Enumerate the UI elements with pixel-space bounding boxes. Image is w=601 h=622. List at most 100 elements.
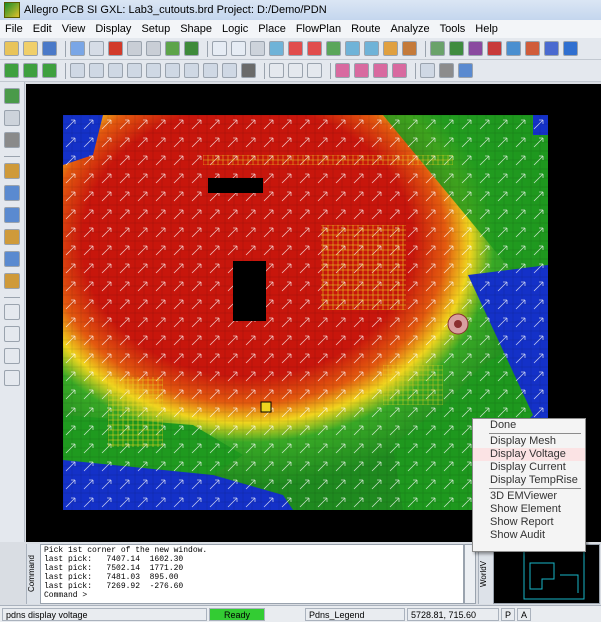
component-icon[interactable] — [222, 63, 237, 78]
menu-setup[interactable]: Setup — [136, 23, 175, 35]
add-line-icon[interactable] — [269, 63, 284, 78]
shadow-icon[interactable] — [250, 41, 265, 56]
menu-display-mesh[interactable]: Display Mesh — [473, 435, 585, 448]
zoom-prev-icon[interactable] — [326, 41, 341, 56]
drc-icon[interactable] — [506, 41, 521, 56]
3d-view-icon[interactable] — [383, 41, 398, 56]
menu-show-element[interactable]: Show Element — [473, 503, 585, 516]
status-a-button[interactable]: A — [517, 607, 531, 621]
glossing-icon[interactable] — [4, 273, 20, 289]
windows-icon[interactable] — [420, 63, 435, 78]
menu-tools[interactable]: Tools — [435, 23, 471, 35]
merge-icon[interactable] — [165, 63, 180, 78]
slide-icon[interactable] — [288, 63, 303, 78]
rect-icon[interactable] — [89, 63, 104, 78]
menu-analyze[interactable]: Analyze — [385, 23, 434, 35]
menu-place[interactable]: Place — [253, 23, 291, 35]
measure-icon[interactable] — [487, 41, 502, 56]
camera-icon[interactable] — [439, 63, 454, 78]
console-line: Pick 1st corner of the new window. — [44, 546, 208, 555]
status-p-button[interactable]: P — [501, 607, 515, 621]
void-icon[interactable] — [146, 63, 161, 78]
delay-tune-icon[interactable] — [307, 63, 322, 78]
menu-route[interactable]: Route — [346, 23, 385, 35]
options-panel-icon[interactable] — [4, 110, 20, 126]
fanout-icon[interactable] — [4, 229, 20, 245]
constraint-icon[interactable] — [544, 41, 559, 56]
menu-display[interactable]: Display — [90, 23, 136, 35]
component-right — [383, 365, 443, 405]
redo-icon[interactable] — [146, 41, 161, 56]
etch-icon[interactable] — [4, 63, 19, 78]
add-connect-icon[interactable] — [4, 185, 20, 201]
info-icon[interactable] — [563, 41, 578, 56]
text-icon[interactable] — [4, 370, 20, 386]
zoom-fit-icon[interactable] — [269, 41, 284, 56]
menu-logic[interactable]: Logic — [217, 23, 253, 35]
shape-add-icon[interactable] — [127, 63, 142, 78]
arc-icon[interactable] — [4, 348, 20, 364]
move-icon[interactable] — [70, 41, 85, 56]
menu-flowplan[interactable]: FlowPlan — [291, 23, 346, 35]
find-panel-icon[interactable] — [4, 132, 20, 148]
menu-show-audit[interactable]: Show Audit — [473, 529, 585, 542]
spread-icon[interactable] — [4, 207, 20, 223]
copy-icon[interactable] — [89, 41, 104, 56]
shape-fill-icon[interactable] — [42, 63, 57, 78]
autoroute-icon[interactable] — [4, 251, 20, 267]
rectangle-icon[interactable] — [4, 326, 20, 342]
via-icon[interactable] — [23, 63, 38, 78]
color-icon[interactable] — [231, 41, 246, 56]
world-view-label: WorldV — [478, 544, 493, 604]
net-schedule-icon[interactable] — [335, 63, 350, 78]
menu-show-report[interactable]: Show Report — [473, 516, 585, 529]
toolbar-separator — [207, 40, 208, 57]
save-icon[interactable] — [42, 41, 57, 56]
pin-icon[interactable] — [165, 41, 180, 56]
probe-icon[interactable] — [184, 41, 199, 56]
undo-icon[interactable] — [127, 41, 142, 56]
line-icon[interactable] — [4, 304, 20, 320]
open-file-icon[interactable] — [4, 41, 19, 56]
menu-edit[interactable]: Edit — [28, 23, 57, 35]
zoom-out-icon[interactable] — [307, 41, 322, 56]
waveform-icon[interactable] — [373, 63, 388, 78]
highlight-icon[interactable] — [449, 41, 464, 56]
menu-display-current[interactable]: Display Current — [473, 461, 585, 474]
poly-icon[interactable] — [108, 63, 123, 78]
open-folder-icon[interactable] — [23, 41, 38, 56]
menu-done[interactable]: Done — [473, 419, 585, 432]
menu-3d-emviewer[interactable]: 3D EMViewer — [473, 490, 585, 503]
route-connect-icon[interactable] — [4, 163, 20, 179]
signal-model-icon[interactable] — [392, 63, 407, 78]
menu-file[interactable]: File — [0, 23, 28, 35]
dehighlight-icon[interactable] — [468, 41, 483, 56]
grid-icon[interactable] — [212, 41, 227, 56]
command-console[interactable]: Pick 1st corner of the new window. last … — [40, 544, 464, 604]
menu-view[interactable]: View — [57, 23, 91, 35]
toolbar-separator — [330, 62, 331, 79]
menu-shape[interactable]: Shape — [175, 23, 217, 35]
toolbar-separator — [415, 62, 416, 79]
help-icon[interactable] — [458, 63, 473, 78]
bus-icon[interactable] — [241, 63, 256, 78]
zoom-world-icon[interactable] — [345, 41, 360, 56]
probe-net-icon[interactable] — [354, 63, 369, 78]
layers-icon[interactable] — [402, 41, 417, 56]
world-view[interactable] — [493, 544, 600, 604]
edit-shape-icon[interactable] — [184, 63, 199, 78]
menu-display-voltage[interactable]: Display Voltage — [473, 448, 585, 461]
menu-help[interactable]: Help — [470, 23, 503, 35]
console-scrollbar[interactable] — [464, 544, 476, 604]
delete-icon[interactable] — [108, 41, 123, 56]
zoom-in-icon[interactable] — [288, 41, 303, 56]
drawing-options-icon[interactable] — [4, 88, 20, 104]
console-line: last pick: 7502.14 1771.20 — [44, 564, 184, 573]
redraw-icon[interactable] — [364, 41, 379, 56]
select-icon[interactable] — [70, 63, 85, 78]
circle-icon[interactable] — [203, 63, 218, 78]
menu-display-temprise[interactable]: Display TempRise — [473, 474, 585, 487]
display-icon[interactable] — [430, 41, 445, 56]
report-icon[interactable] — [525, 41, 540, 56]
cutout-center — [233, 261, 266, 321]
